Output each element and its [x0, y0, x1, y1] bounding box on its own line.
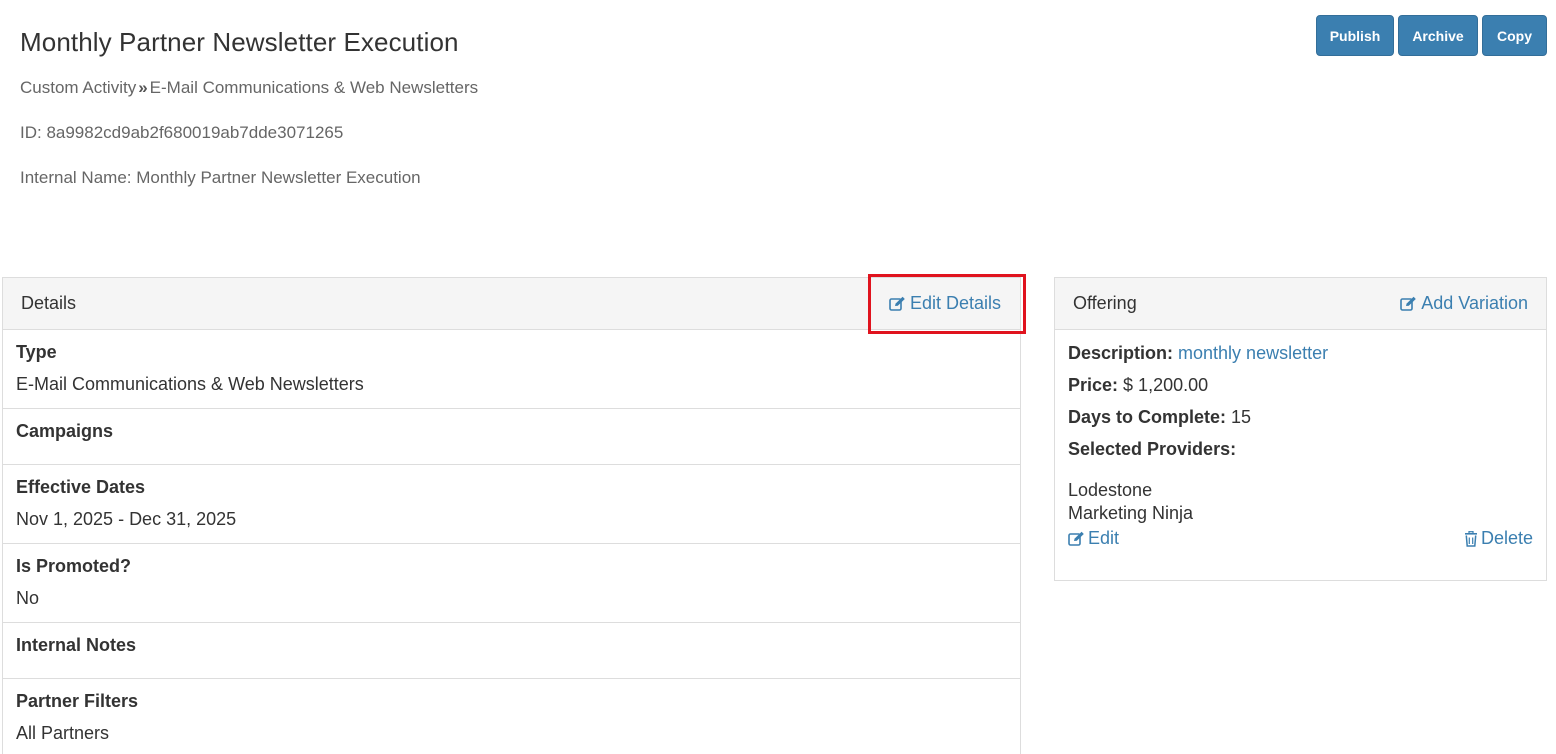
price-label: Price: — [1068, 375, 1119, 395]
detail-label: Type — [16, 342, 57, 362]
detail-label: Campaigns — [16, 421, 114, 441]
detail-value: No — [16, 588, 40, 608]
archive-button[interactable]: Archive — [1398, 15, 1478, 56]
provider-item: Marketing Ninja — [1068, 503, 1194, 523]
detail-label: Is Promoted? — [16, 556, 132, 576]
breadcrumb-parent[interactable]: Custom Activity — [20, 78, 136, 97]
internal-name: Internal Name: Monthly Partner Newslette… — [20, 168, 421, 187]
details-panel-header: Details Edit Details — [3, 278, 1020, 330]
price-value: $ 1,200.00 — [1123, 375, 1209, 395]
providers-label: Selected Providers: — [1068, 439, 1237, 459]
detail-label: Internal Notes — [16, 635, 137, 655]
edit-details-link[interactable]: Edit Details — [889, 293, 1001, 314]
action-toolbar: Publish Archive Copy — [1316, 15, 1547, 56]
edit-details-label: Edit Details — [909, 293, 1001, 313]
detail-row-effective-dates: Effective Dates Nov 1, 2025 - Dec 31, 20… — [3, 465, 1020, 544]
offering-days: Days to Complete: 15 — [1068, 407, 1533, 439]
detail-row-campaigns: Campaigns — [3, 409, 1020, 465]
offering-actions: Edit Delete — [1068, 528, 1533, 549]
delete-offering-link[interactable]: Delete — [1464, 528, 1533, 549]
detail-label: Partner Filters — [16, 691, 139, 711]
offering-panel: Offering Add Variation Description: mont… — [1054, 277, 1547, 581]
add-variation-label: Add Variation — [1421, 293, 1528, 313]
details-panel-title: Details — [21, 293, 77, 313]
breadcrumb-separator-icon: » — [138, 78, 148, 97]
details-panel: Details Edit Details Type E-Mail Communi… — [2, 277, 1021, 754]
detail-row-is-promoted: Is Promoted? No — [3, 544, 1020, 623]
record-id: ID: 8a9982cd9ab2f680019ab7dde3071265 — [20, 123, 344, 142]
breadcrumb: Custom Activity» E-Mail Communications & … — [20, 78, 478, 98]
days-value: 15 — [1231, 407, 1252, 427]
edit-offering-link[interactable]: Edit — [1068, 528, 1119, 549]
pencil-square-icon — [1068, 528, 1085, 549]
page-title: Monthly Partner Newsletter Execution — [20, 27, 459, 57]
description-link[interactable]: monthly newsletter — [1178, 343, 1328, 363]
offering-providers-heading: Selected Providers: — [1068, 439, 1533, 471]
offering-description: Description: monthly newsletter — [1068, 343, 1533, 375]
days-label: Days to Complete: — [1068, 407, 1227, 427]
trash-icon — [1464, 528, 1478, 549]
delete-offering-label: Delete — [1480, 528, 1533, 548]
offering-panel-title: Offering — [1073, 293, 1137, 313]
pencil-square-icon — [889, 293, 906, 314]
provider-item: Lodestone — [1068, 480, 1153, 500]
detail-label: Effective Dates — [16, 477, 146, 497]
offering-panel-header: Offering Add Variation — [1055, 278, 1546, 330]
offering-body: Description: monthly newsletter Price: $… — [1055, 330, 1546, 549]
publish-button[interactable]: Publish — [1316, 15, 1394, 56]
breadcrumb-current: E-Mail Communications & Web Newsletters — [149, 78, 479, 97]
edit-offering-label: Edit — [1088, 528, 1120, 548]
detail-value: E-Mail Communications & Web Newsletters — [16, 374, 364, 394]
add-variation-link[interactable]: Add Variation — [1400, 293, 1528, 314]
offering-price: Price: $ 1,200.00 — [1068, 375, 1533, 407]
description-label: Description: — [1068, 343, 1174, 363]
detail-row-partner-filters: Partner Filters All Partners — [3, 679, 1020, 754]
pencil-square-icon — [1400, 293, 1417, 314]
detail-value: All Partners — [16, 723, 110, 743]
detail-row-internal-notes: Internal Notes — [3, 623, 1020, 679]
detail-value: Nov 1, 2025 - Dec 31, 2025 — [16, 509, 237, 529]
detail-row-type: Type E-Mail Communications & Web Newslet… — [3, 330, 1020, 409]
copy-button[interactable]: Copy — [1482, 15, 1547, 56]
providers-list: Lodestone Marketing Ninja — [1068, 479, 1533, 525]
